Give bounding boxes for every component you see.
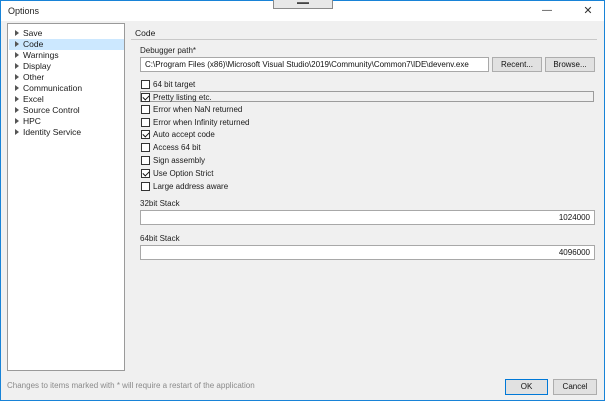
restart-note: Changes to items marked with * will requ… [7,381,255,390]
sidebar-item-communication[interactable]: Communication [9,83,124,94]
checkbox[interactable] [141,80,150,89]
debugger-path-input[interactable]: C:\Program Files (x86)\Microsoft Visual … [140,57,489,72]
expand-arrow-icon[interactable] [15,128,19,135]
checkbox[interactable] [141,118,150,127]
checkbox-label: Use Option Strict [153,169,214,178]
stack-32bit-label: 32bit Stack [140,199,180,208]
sidebar-item-display[interactable]: Display [9,61,124,72]
checkbox-error-infinity[interactable]: Error when Infinity returned [141,117,596,128]
checkbox-64-bit-target[interactable]: 64 bit target [141,79,596,90]
expand-arrow-icon[interactable] [15,51,19,58]
sidebar-item-source-control[interactable]: Source Control [9,105,124,116]
expand-arrow-icon[interactable] [15,62,19,69]
recent-button[interactable]: Recent... [492,57,542,72]
sidebar-item-excel[interactable]: Excel [9,94,124,105]
section-divider [131,39,597,40]
section-title: Code [135,28,156,38]
options-category-list[interactable]: Save Code Warnings Display Other Communi… [7,23,125,371]
checkbox-auto-accept-code[interactable]: Auto accept code [141,129,596,140]
sidebar-item-label: Excel [23,94,44,104]
checkbox-large-address-aware[interactable]: Large address aware [141,181,596,192]
sidebar-item-other[interactable]: Other [9,72,124,83]
checkbox-pretty-listing[interactable]: Pretty listing etc. [140,91,594,102]
cancel-button[interactable]: Cancel [553,379,597,395]
checkbox[interactable] [141,169,150,178]
sidebar-item-label: Display [23,61,51,71]
checkbox[interactable] [141,93,150,102]
expand-arrow-icon[interactable] [15,117,19,124]
sidebar-item-label: Communication [23,83,83,93]
checkbox[interactable] [141,182,150,191]
checkbox-label: 64 bit target [153,80,196,89]
checkbox[interactable] [141,130,150,139]
close-button[interactable]: ✕ [574,1,602,21]
sidebar-item-save[interactable]: Save [9,28,124,39]
drag-grip-icon[interactable]: ▬▬ [273,0,333,9]
sidebar-item-hpc[interactable]: HPC [9,116,124,127]
browse-button[interactable]: Browse... [545,57,595,72]
checkbox-use-option-strict[interactable]: Use Option Strict [141,168,596,179]
stack-32bit-input[interactable]: 1024000 [140,210,595,225]
sidebar-item-label: Identity Service [23,127,82,137]
window-title: Options [8,6,40,16]
checkbox-error-nan[interactable]: Error when NaN returned [141,104,596,115]
minimize-button[interactable]: — [533,1,561,21]
checkbox-label: Large address aware [153,182,229,191]
checkbox-label: Error when Infinity returned [153,118,250,127]
checkbox[interactable] [141,105,150,114]
expand-arrow-icon[interactable] [15,106,19,113]
checkbox-label: Error when NaN returned [153,105,243,114]
sidebar-item-label: Source Control [23,105,80,115]
checkbox[interactable] [141,143,150,152]
checkbox-label: Sign assembly [153,156,206,165]
sidebar-item-label: Save [23,28,43,38]
stack-64bit-label: 64bit Stack [140,234,180,243]
ok-button[interactable]: OK [505,379,548,395]
sidebar-item-label: Other [23,72,45,82]
title-bar[interactable]: Options ▬▬ — ✕ [1,0,604,21]
checkbox-access-64-bit[interactable]: Access 64 bit [141,142,596,153]
checkbox[interactable] [141,156,150,165]
expand-arrow-icon[interactable] [15,40,19,47]
expand-arrow-icon[interactable] [15,84,19,91]
expand-arrow-icon[interactable] [15,29,19,36]
sidebar-item-warnings[interactable]: Warnings [9,50,124,61]
checkbox-label: Pretty listing etc. [153,93,212,102]
sidebar-item-code[interactable]: Code [9,39,124,50]
expand-arrow-icon[interactable] [15,73,19,80]
checkbox-label: Access 64 bit [153,143,201,152]
checkbox-sign-assembly[interactable]: Sign assembly [141,155,596,166]
sidebar-item-identity-service[interactable]: Identity Service [9,127,124,138]
expand-arrow-icon[interactable] [15,95,19,102]
stack-64bit-input[interactable]: 4096000 [140,245,595,260]
sidebar-item-label: Warnings [23,50,59,60]
debugger-path-label: Debugger path* [140,46,197,55]
checkbox-label: Auto accept code [153,130,215,139]
sidebar-item-label: HPC [23,116,41,126]
sidebar-item-label: Code [23,39,44,49]
options-window: Options ▬▬ — ✕ Save Code Warnings Displa… [0,0,605,401]
